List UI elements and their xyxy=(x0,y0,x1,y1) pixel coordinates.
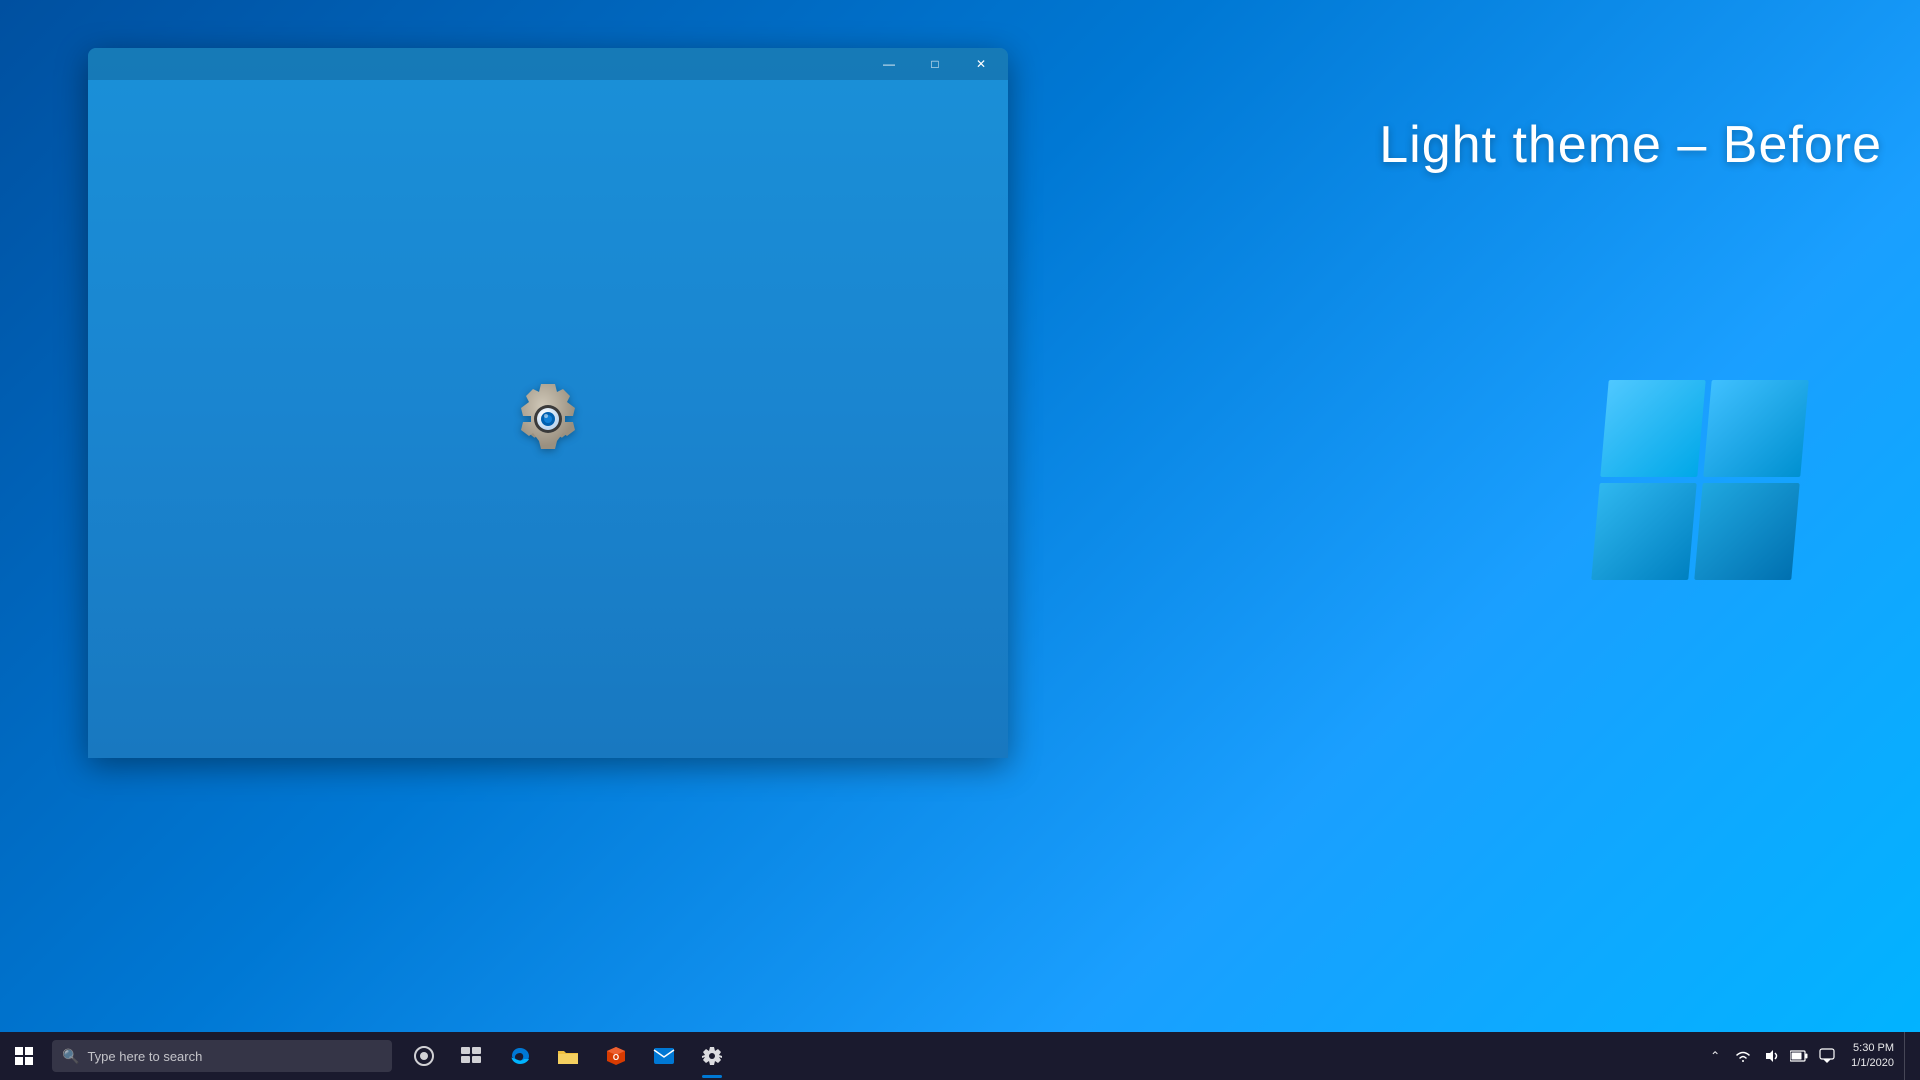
desktop: Light theme – Before — □ ✕ xyxy=(0,0,1920,1080)
svg-text:O: O xyxy=(613,1053,619,1062)
start-button[interactable] xyxy=(0,1032,48,1080)
win-logo-pane-bl xyxy=(1591,483,1696,580)
maximize-button[interactable]: □ xyxy=(912,48,958,80)
start-icon xyxy=(15,1047,33,1065)
show-desktop-button[interactable] xyxy=(1904,1032,1912,1080)
cortana-icon[interactable] xyxy=(400,1032,448,1080)
minimize-button[interactable]: — xyxy=(866,48,912,80)
file-explorer-icon[interactable] xyxy=(544,1032,592,1080)
search-icon: 🔍 xyxy=(62,1048,79,1065)
search-placeholder-text: Type here to search xyxy=(87,1049,202,1064)
settings-gear-icon xyxy=(508,379,588,459)
sys-tray-battery-icon[interactable] xyxy=(1785,1032,1813,1080)
settings-taskbar-icon[interactable] xyxy=(688,1032,736,1080)
settings-window: — □ ✕ xyxy=(88,48,1008,758)
win-logo-pane-tl xyxy=(1600,380,1705,477)
win-logo-pane-tr xyxy=(1703,380,1808,477)
window-titlebar: — □ ✕ xyxy=(88,48,1008,80)
win-logo-pane-br xyxy=(1694,483,1799,580)
sys-tray-notifications-icon[interactable] xyxy=(1813,1032,1841,1080)
taskbar: 🔍 Type here to search xyxy=(0,1032,1920,1080)
theme-label: Light theme – Before xyxy=(1379,115,1882,175)
sys-tray-time[interactable]: 5:30 PM 1/1/2020 xyxy=(1841,1032,1904,1080)
sys-tray-chevron[interactable]: ⌃ xyxy=(1701,1032,1729,1080)
taskbar-icons: O xyxy=(400,1032,736,1080)
sys-tray: ⌃ xyxy=(1701,1032,1920,1080)
sys-tray-sound-icon[interactable] xyxy=(1757,1032,1785,1080)
windows-logo xyxy=(1600,380,1800,580)
clock-date: 1/1/2020 xyxy=(1851,1056,1894,1071)
clock-time: 5:30 PM xyxy=(1853,1041,1894,1056)
mail-icon[interactable] xyxy=(640,1032,688,1080)
task-view-icon[interactable] xyxy=(448,1032,496,1080)
office-icon[interactable]: O xyxy=(592,1032,640,1080)
sys-tray-network-icon[interactable] xyxy=(1729,1032,1757,1080)
window-content xyxy=(88,80,1008,758)
edge-icon[interactable] xyxy=(496,1032,544,1080)
close-button[interactable]: ✕ xyxy=(958,48,1004,80)
search-bar[interactable]: 🔍 Type here to search xyxy=(52,1040,392,1072)
